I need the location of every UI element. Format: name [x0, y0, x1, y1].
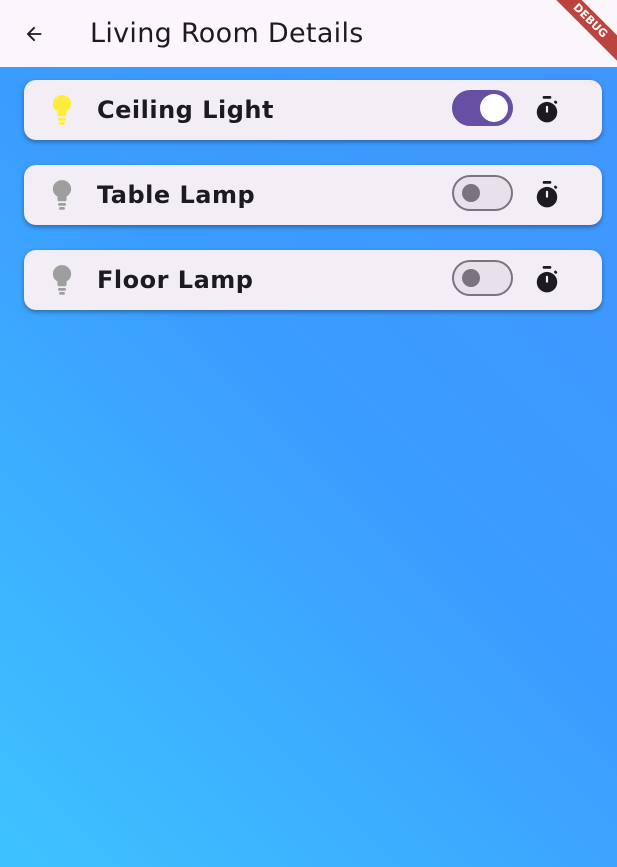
- lightbulb-off-icon: [52, 265, 72, 295]
- lightbulb-on-icon: [52, 95, 72, 125]
- device-power-toggle[interactable]: [452, 260, 513, 296]
- timer-icon[interactable]: [534, 96, 560, 124]
- toggle-knob: [462, 184, 480, 202]
- device-name: Table Lamp: [97, 181, 256, 209]
- timer-icon[interactable]: [534, 266, 560, 294]
- page-title: Living Room Details: [90, 18, 364, 49]
- toggle-knob: [462, 269, 480, 287]
- device-name: Floor Lamp: [97, 266, 254, 294]
- timer-icon[interactable]: [534, 181, 560, 209]
- toggle-knob: [480, 94, 508, 122]
- device-name: Ceiling Light: [97, 96, 274, 124]
- lightbulb-off-icon: [52, 180, 72, 210]
- debug-banner: DEBUG: [544, 0, 617, 67]
- device-card-table-lamp: Table Lamp: [24, 165, 602, 225]
- device-list: Ceiling Light Table Lamp Floor Lamp: [0, 67, 617, 867]
- device-power-toggle[interactable]: [452, 90, 513, 126]
- device-card-ceiling-light: Ceiling Light: [24, 80, 602, 140]
- app-bar: Living Room Details DEBUG: [0, 0, 617, 67]
- device-power-toggle[interactable]: [452, 175, 513, 211]
- device-card-floor-lamp: Floor Lamp: [24, 250, 602, 310]
- back-arrow-icon[interactable]: [22, 22, 46, 46]
